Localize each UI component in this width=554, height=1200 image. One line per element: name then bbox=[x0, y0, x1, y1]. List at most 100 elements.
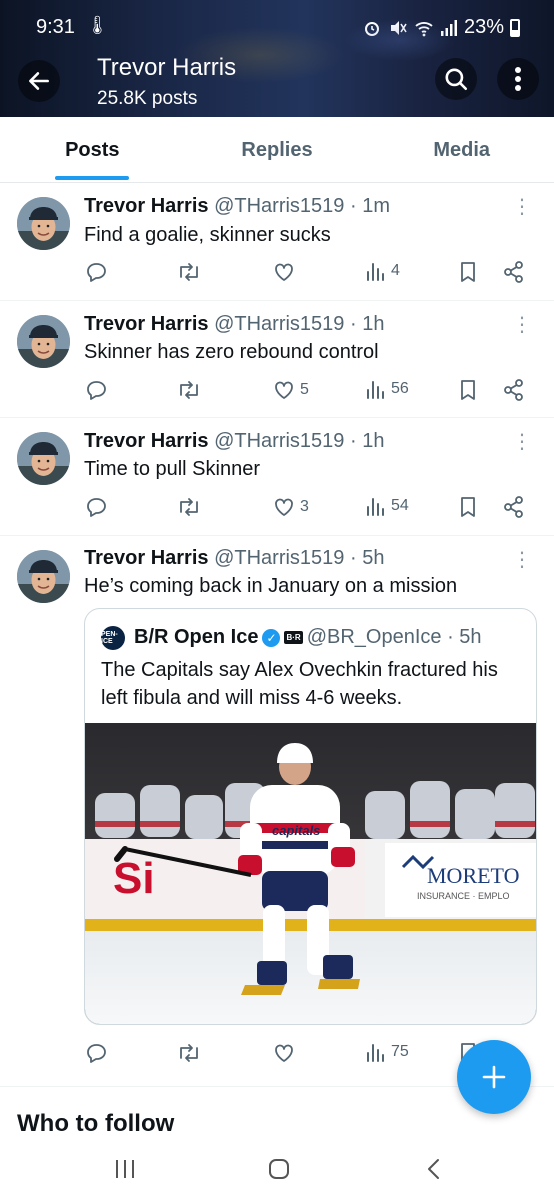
post-menu-button[interactable]: ⋮ bbox=[512, 550, 532, 570]
status-bar: 9:31 🌡 23% bbox=[0, 14, 554, 42]
retweet-button[interactable] bbox=[176, 260, 202, 284]
tab-media[interactable]: Media bbox=[369, 117, 554, 182]
post-author-name[interactable]: Trevor Harris bbox=[84, 430, 209, 452]
views-icon bbox=[367, 498, 384, 516]
reply-icon bbox=[87, 263, 106, 282]
signal-icon bbox=[440, 19, 457, 36]
status-time: 9:31 bbox=[36, 16, 75, 38]
quoted-author-name: B/R Open Ice bbox=[134, 626, 259, 648]
post-time: · 1m bbox=[349, 195, 390, 217]
avatar[interactable] bbox=[17, 315, 70, 368]
bookmark-icon bbox=[461, 262, 475, 282]
like-icon bbox=[275, 498, 293, 516]
retweet-button[interactable] bbox=[176, 378, 202, 402]
post-menu-button[interactable]: ⋮ bbox=[512, 432, 532, 452]
views-button[interactable]: 56 bbox=[365, 378, 409, 400]
views-count: 54 bbox=[391, 497, 409, 514]
like-button[interactable]: 3 bbox=[272, 495, 309, 519]
share-button[interactable] bbox=[502, 378, 526, 402]
post-header: Trevor Harris @THarris1519 · 1h bbox=[84, 313, 384, 336]
views-button[interactable]: 75 bbox=[365, 1041, 409, 1063]
like-button[interactable] bbox=[272, 260, 300, 284]
board-ad-text: Si bbox=[113, 854, 155, 903]
tab-posts[interactable]: Posts bbox=[0, 117, 185, 182]
post-item[interactable]: Trevor Harris @THarris1519 · 1m ⋮ Find a… bbox=[0, 183, 554, 301]
more-options-button[interactable] bbox=[497, 58, 539, 100]
like-icon bbox=[275, 263, 293, 281]
share-icon bbox=[504, 261, 523, 283]
nav-back-button[interactable] bbox=[414, 1154, 454, 1184]
bookmark-button[interactable] bbox=[457, 495, 479, 519]
post-time: · 5h bbox=[349, 547, 385, 569]
wifi-icon bbox=[415, 21, 433, 36]
post-author-handle: @THarris1519 bbox=[214, 547, 345, 569]
retweet-icon bbox=[180, 263, 198, 281]
bookmark-icon bbox=[461, 380, 475, 400]
nav-home-icon bbox=[269, 1159, 289, 1179]
post-header: Trevor Harris @THarris1519 · 5h bbox=[84, 547, 384, 570]
avatar[interactable] bbox=[17, 432, 70, 485]
post-author-name[interactable]: Trevor Harris bbox=[84, 195, 209, 217]
bookmark-button[interactable] bbox=[457, 260, 479, 284]
retweet-button[interactable] bbox=[176, 495, 202, 519]
retweet-button[interactable] bbox=[176, 1041, 202, 1065]
post-menu-button[interactable]: ⋮ bbox=[512, 315, 532, 335]
like-button[interactable]: 5 bbox=[272, 378, 309, 402]
share-button[interactable] bbox=[502, 260, 526, 284]
board-sponsor-subtext: INSURANCE · EMPLO bbox=[417, 891, 510, 901]
views-count: 75 bbox=[391, 1043, 409, 1060]
post-text: Find a goalie, skinner sucks bbox=[84, 224, 331, 246]
reply-button[interactable] bbox=[84, 495, 108, 519]
like-button[interactable] bbox=[272, 1041, 300, 1065]
post-author-handle: @THarris1519 bbox=[214, 313, 345, 335]
alarm-icon bbox=[364, 21, 379, 36]
compose-plus-icon bbox=[482, 1065, 506, 1089]
profile-header: 9:31 🌡 23% Trevor Harris 25.8K posts bbox=[0, 0, 554, 117]
back-button[interactable] bbox=[18, 60, 60, 102]
retweet-icon bbox=[180, 1044, 198, 1062]
reply-icon bbox=[87, 498, 106, 517]
views-button[interactable]: 54 bbox=[365, 495, 409, 517]
system-nav-bar bbox=[0, 1140, 554, 1200]
jersey-text: capitals bbox=[272, 823, 320, 838]
avatar[interactable] bbox=[17, 197, 70, 250]
battery-icon bbox=[510, 18, 520, 37]
post-author-handle: @THarris1519 bbox=[214, 195, 345, 217]
views-button[interactable]: 4 bbox=[365, 260, 400, 282]
compose-button[interactable] bbox=[457, 1040, 531, 1114]
post-item[interactable]: Trevor Harris @THarris1519 · 1h ⋮ Time t… bbox=[0, 418, 554, 536]
post-actions: 4 bbox=[84, 260, 536, 290]
views-count: 56 bbox=[391, 380, 409, 397]
bookmark-button[interactable] bbox=[457, 378, 479, 402]
share-icon bbox=[504, 379, 523, 401]
post-item[interactable]: Trevor Harris @THarris1519 · 1h ⋮ Skinne… bbox=[0, 301, 554, 418]
reply-button[interactable] bbox=[84, 378, 108, 402]
quoted-post-card[interactable]: PEN-ICE B/R Open Ice ✓ B·R @BR_OpenIce · 5h… bbox=[84, 608, 537, 1025]
search-button[interactable] bbox=[435, 58, 477, 100]
battery-percent: 23% bbox=[463, 16, 504, 38]
quoted-post-image[interactable]: Si MORETO INSURANCE · EMPLO capitals bbox=[85, 723, 536, 1024]
reply-button[interactable] bbox=[84, 1041, 108, 1065]
nav-recents-button[interactable] bbox=[105, 1154, 145, 1184]
like-icon bbox=[275, 1044, 293, 1062]
post-menu-button[interactable]: ⋮ bbox=[512, 197, 532, 217]
quoted-author-avatar[interactable]: PEN-ICE bbox=[101, 626, 125, 650]
retweet-icon bbox=[180, 381, 198, 399]
post-author-name[interactable]: Trevor Harris bbox=[84, 547, 209, 569]
like-icon bbox=[275, 381, 293, 399]
reply-icon bbox=[87, 1044, 106, 1063]
post-author-name[interactable]: Trevor Harris bbox=[84, 313, 209, 335]
reply-button[interactable] bbox=[84, 260, 108, 284]
nav-home-button[interactable] bbox=[259, 1154, 299, 1184]
tab-replies[interactable]: Replies bbox=[185, 117, 370, 182]
like-count: 5 bbox=[300, 381, 309, 398]
views-icon bbox=[367, 381, 384, 399]
bookmark-icon bbox=[461, 497, 475, 517]
share-button[interactable] bbox=[502, 495, 526, 519]
post-header: Trevor Harris @THarris1519 · 1m bbox=[84, 195, 390, 218]
thermometer-icon: 🌡 bbox=[86, 15, 109, 35]
like-count: 3 bbox=[300, 498, 309, 515]
avatar[interactable] bbox=[17, 550, 70, 603]
who-to-follow-title: Who to follow bbox=[17, 1110, 175, 1137]
mute-icon bbox=[390, 20, 407, 35]
